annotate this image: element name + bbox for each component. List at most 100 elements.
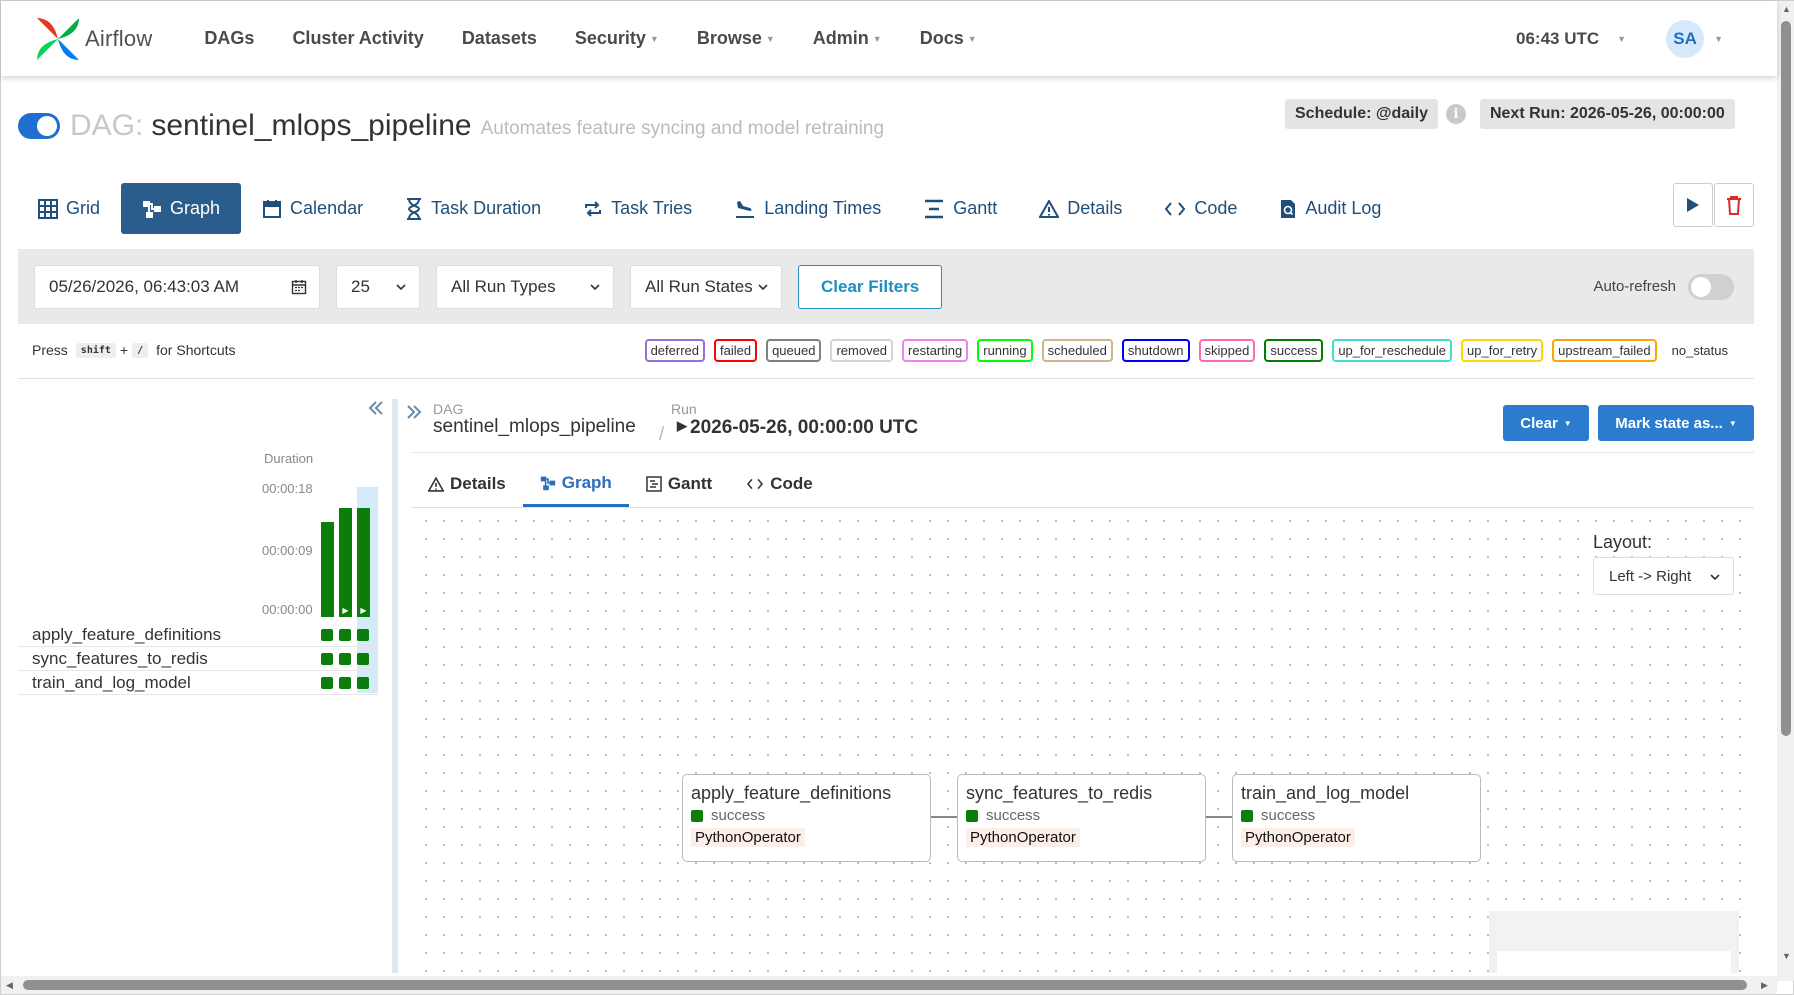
horizontal-scrollbar[interactable]: ◀ ▶ [1,976,1777,994]
nav-browse[interactable]: Browse ▼ [697,28,775,49]
subtab-details[interactable]: Details [411,461,523,507]
tab-graph[interactable]: Graph [121,183,242,234]
task-name: train_and_log_model [32,672,191,692]
vertical-scrollbar[interactable]: ▲ ▼ [1777,1,1794,981]
tab-grid[interactable]: Grid [18,183,121,234]
vertical-scroll-thumb[interactable] [1781,21,1791,736]
task-row[interactable]: train_and_log_model [18,671,378,695]
legend-state-up-for-retry[interactable]: up_for_retry [1461,339,1544,362]
clear-filters-button[interactable]: Clear Filters [798,264,943,309]
nav-docs[interactable]: Docs ▼ [920,28,977,49]
task-instance-status[interactable] [357,677,369,689]
breadcrumb-run-label: Run [671,401,697,417]
mark-state-button[interactable]: Mark state as... ▼ [1598,405,1754,441]
brand-name: Airflow [85,25,153,51]
tab-gantt[interactable]: Gantt [902,183,1018,234]
legend-state-no-status[interactable]: no_status [1665,339,1734,362]
duration-tick: 00:00:00 [262,602,313,617]
legend-state-removed[interactable]: removed [830,339,894,362]
tab-calendar[interactable]: Calendar [241,183,384,234]
base-date-input[interactable]: 05/26/2026, 06:43:03 AM [34,264,320,309]
legend-state-failed[interactable]: failed [713,339,758,362]
num-runs-select[interactable]: 25 [336,264,420,309]
run-states-select[interactable]: All Run States [630,264,782,309]
dag-graph-canvas[interactable]: Layout: Left -> Right apply_feature_defi… [411,507,1754,973]
auto-refresh-toggle[interactable] [1688,273,1734,300]
trigger-dag-button[interactable] [1673,183,1713,227]
nav-cluster-activity[interactable]: Cluster Activity [292,28,423,49]
next-run-badge[interactable]: Next Run: 2026-05-26, 00:00:00 [1479,99,1735,129]
expand-panel-icon[interactable] [405,403,423,421]
nav-dags[interactable]: DAGs [204,28,254,49]
divider [411,452,1754,453]
layout-select[interactable]: Left -> Right [1593,557,1734,595]
run-types-select[interactable]: All Run Types [436,264,614,309]
tab-code[interactable]: Code [1143,183,1258,234]
legend-state-scheduled[interactable]: scheduled [1041,339,1113,362]
graph-edge [1206,816,1232,818]
task-row[interactable]: sync_features_to_redis [18,647,378,671]
tab-details[interactable]: Details [1018,183,1143,234]
task-row[interactable]: apply_feature_definitions [18,623,378,647]
breadcrumb-dag-value[interactable]: sentinel_mlops_pipeline [433,416,636,438]
scroll-right-icon[interactable]: ▶ [1761,980,1768,991]
legend-state-restarting[interactable]: restarting [902,339,969,362]
task-node-operator: PythonOperator [966,828,1080,847]
legend-state-running[interactable]: running [977,339,1033,362]
dag-id: sentinel_mlops_pipeline [151,109,472,142]
tab-task-tries[interactable]: Task Tries [562,183,713,234]
task-instance-status[interactable] [357,653,369,665]
tab-audit-log[interactable]: Audit Log [1258,183,1402,234]
nav-admin[interactable]: Admin ▼ [813,28,882,49]
delete-dag-button[interactable] [1714,183,1754,227]
user-avatar[interactable]: SA [1666,19,1705,58]
utc-clock[interactable]: 06:43 UTC [1516,29,1599,49]
task-name: apply_feature_definitions [32,624,222,644]
legend-state-shutdown[interactable]: shutdown [1121,339,1190,362]
scroll-left-icon[interactable]: ◀ [6,980,13,991]
subtab-gantt[interactable]: Gantt [629,461,729,507]
subtab-code[interactable]: Code [729,461,830,507]
airflow-brand[interactable]: Airflow [35,16,152,62]
shortcuts-plus: + [119,342,129,358]
panel-resizer[interactable] [392,399,398,973]
run-duration-bar[interactable] [339,508,352,617]
task-instance-status[interactable] [339,677,351,689]
collapse-panel-icon[interactable] [367,399,385,417]
task-instance-status[interactable] [357,629,369,641]
task-instance-status[interactable] [339,653,351,665]
task-instance-status[interactable] [321,677,333,689]
legend-state-deferred[interactable]: deferred [644,339,705,362]
legend-state-up-for-reschedule[interactable]: up_for_reschedule [1332,339,1453,362]
chevron-down-icon [1710,574,1720,581]
tab-grid-label: Grid [66,198,101,218]
task-instance-status[interactable] [339,629,351,641]
legend-state-upstream-failed[interactable]: upstream_failed [1552,339,1657,362]
nav-datasets[interactable]: Datasets [462,28,537,49]
task-node[interactable]: apply_feature_definitions success PythonOp… [682,774,931,862]
clear-task-button[interactable]: Clear ▼ [1503,405,1589,441]
task-node-state-label: success [711,807,766,824]
run-duration-bar[interactable] [357,508,370,617]
task-node[interactable]: sync_features_to_redis success PythonOpera… [957,774,1206,862]
tab-landing-times[interactable]: Landing Times [713,183,902,234]
dag-pause-toggle[interactable] [18,113,60,139]
calendar-icon[interactable] [291,279,307,295]
subtab-graph[interactable]: Graph [522,461,629,507]
legend-state-queued[interactable]: queued [766,339,822,362]
scroll-down-icon[interactable]: ▼ [1782,951,1791,961]
legend-state-success[interactable]: success [1264,339,1324,362]
graph-minimap[interactable] [1489,911,1739,973]
legend-state-skipped[interactable]: skipped [1198,339,1256,362]
info-icon[interactable]: i [1445,104,1466,124]
tab-task-duration[interactable]: Task Duration [384,183,562,234]
task-node[interactable]: train_and_log_model success PythonOperator [1232,774,1481,862]
task-instance-status[interactable] [321,629,333,641]
scroll-up-icon[interactable]: ▲ [1782,4,1791,14]
breadcrumb-run-value[interactable]: 2026-05-26, 00:00:00 UTC [690,417,918,439]
nav-security[interactable]: Security ▼ [575,28,659,49]
run-duration-bar[interactable] [321,522,334,617]
minimap-viewport[interactable] [1497,951,1731,973]
task-instance-status[interactable] [321,653,333,665]
horizontal-scroll-thumb[interactable] [23,980,1747,990]
